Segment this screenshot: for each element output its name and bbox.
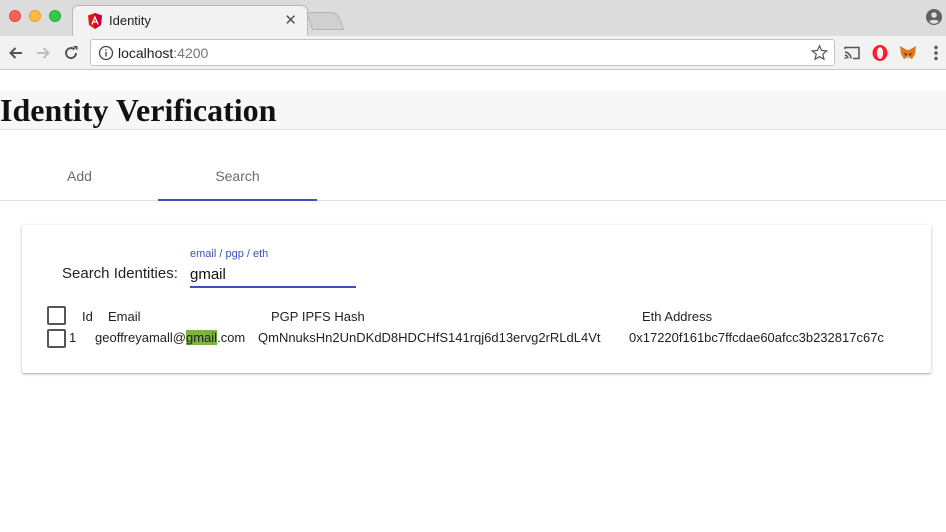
email-prefix: geoffreyamall@: [95, 330, 186, 345]
page-content: Identity Verification Add Search Search …: [0, 71, 946, 532]
column-header-id: Id: [82, 309, 93, 324]
search-input[interactable]: [190, 262, 356, 288]
browser-tab[interactable]: Identity ✕: [72, 5, 308, 36]
email-suffix: .com: [217, 330, 246, 345]
opera-icon[interactable]: [871, 44, 889, 62]
bookmark-star-icon[interactable]: [811, 44, 828, 61]
info-icon[interactable]: [98, 45, 114, 61]
maximize-window-button[interactable]: [49, 10, 61, 22]
search-card: Search Identities: email / pgp / eth Id …: [22, 225, 931, 373]
url-port: :4200: [173, 45, 209, 61]
cast-icon[interactable]: [843, 44, 861, 62]
url-host: localhost: [118, 45, 174, 61]
row-checkbox[interactable]: [47, 329, 66, 348]
reload-icon[interactable]: [61, 43, 81, 63]
tab-title: Identity: [109, 13, 151, 28]
row-email: geoffreyamall@gmail.com: [95, 330, 245, 345]
menu-dots-icon[interactable]: [927, 44, 945, 62]
profile-icon[interactable]: [926, 9, 942, 25]
page-header: Identity Verification: [0, 91, 946, 130]
angular-icon: [88, 13, 102, 29]
tab-add[interactable]: Add: [0, 131, 159, 200]
browser-toolbar: localhost:4200: [0, 36, 946, 70]
url-text: localhost:4200: [118, 45, 208, 61]
address-bar[interactable]: localhost:4200: [90, 39, 835, 66]
back-arrow-icon[interactable]: [6, 43, 26, 63]
select-all-checkbox[interactable]: [47, 306, 66, 325]
tab-search[interactable]: Search: [158, 131, 317, 201]
search-label: Search Identities:: [62, 265, 178, 282]
close-window-button[interactable]: [9, 10, 21, 22]
browser-titlebar: Identity ✕: [0, 0, 946, 36]
close-tab-icon[interactable]: ✕: [284, 11, 297, 29]
page-title: Identity Verification: [0, 92, 277, 128]
row-id: 1: [69, 330, 77, 345]
column-header-email: Email: [108, 309, 141, 324]
search-hint: email / pgp / eth: [190, 248, 269, 260]
new-tab-button[interactable]: [305, 12, 345, 30]
forward-arrow-icon[interactable]: [33, 43, 53, 63]
row-pgp-hash: QmNnuksHn2UnDKdD8HDCHfS141rqj6d13ervg2rR…: [258, 330, 601, 345]
column-header-pgp-hash: PGP IPFS Hash: [271, 309, 365, 324]
minimize-window-button[interactable]: [29, 10, 41, 22]
search-match-highlight: gmail: [186, 330, 218, 345]
metamask-fox-icon[interactable]: [899, 44, 917, 62]
column-header-eth-address: Eth Address: [642, 309, 713, 324]
row-eth-address: 0x17220f161bc7ffcdae60afcc3b232817c67c: [629, 330, 884, 345]
tab-bar: Add Search: [0, 131, 946, 201]
